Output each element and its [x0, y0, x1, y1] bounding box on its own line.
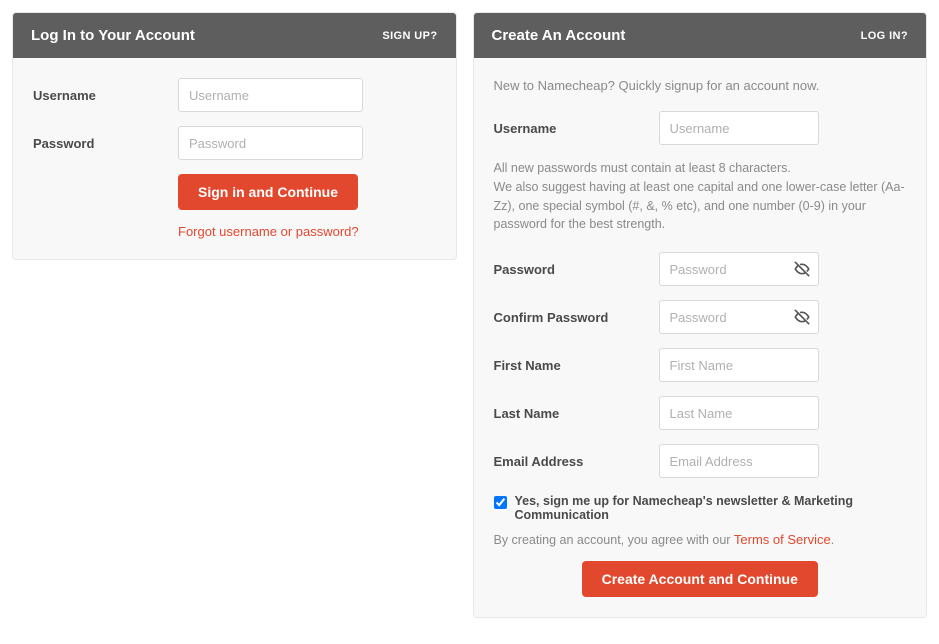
login-password-label: Password — [33, 136, 178, 151]
login-panel-body: Username Password Sign in and Continue F… — [13, 58, 456, 259]
signup-email-input[interactable] — [659, 444, 819, 478]
login-panel: Log In to Your Account SIGN UP? Username… — [12, 12, 457, 260]
tos-prefix: By creating an account, you agree with o… — [494, 533, 734, 547]
create-account-button[interactable]: Create Account and Continue — [582, 561, 818, 597]
signup-panel-body: New to Namecheap? Quickly signup for an … — [474, 58, 927, 617]
signup-panel-header: Create An Account LOG IN? — [474, 13, 927, 58]
eye-off-icon[interactable] — [793, 308, 811, 326]
signup-email-label: Email Address — [494, 454, 659, 469]
tos-text: By creating an account, you agree with o… — [494, 532, 907, 547]
signup-lastname-label: Last Name — [494, 406, 659, 421]
signup-confirm-label: Confirm Password — [494, 310, 659, 325]
tos-link[interactable]: Terms of Service — [734, 532, 831, 547]
signup-title: Create An Account — [492, 27, 626, 44]
signup-firstname-input[interactable] — [659, 348, 819, 382]
newsletter-label: Yes, sign me up for Namecheap's newslett… — [515, 494, 907, 522]
signup-username-input[interactable] — [659, 111, 819, 145]
forgot-password-link[interactable]: Forgot username or password? — [178, 224, 359, 239]
login-username-input[interactable] — [178, 78, 363, 112]
signup-firstname-label: First Name — [494, 358, 659, 373]
tos-suffix: . — [831, 533, 834, 547]
signup-link[interactable]: SIGN UP? — [382, 30, 437, 42]
signup-panel: Create An Account LOG IN? New to Nameche… — [473, 12, 928, 618]
login-password-input[interactable] — [178, 126, 363, 160]
signup-intro: New to Namecheap? Quickly signup for an … — [494, 78, 907, 93]
login-link[interactable]: LOG IN? — [861, 30, 908, 42]
signin-button[interactable]: Sign in and Continue — [178, 174, 358, 210]
signup-username-label: Username — [494, 121, 659, 136]
signup-password-label: Password — [494, 262, 659, 277]
password-help-text: All new passwords must contain at least … — [494, 159, 907, 234]
login-title: Log In to Your Account — [31, 27, 195, 44]
login-username-label: Username — [33, 88, 178, 103]
signup-lastname-input[interactable] — [659, 396, 819, 430]
newsletter-checkbox[interactable] — [494, 496, 507, 509]
eye-off-icon[interactable] — [793, 260, 811, 278]
login-panel-header: Log In to Your Account SIGN UP? — [13, 13, 456, 58]
